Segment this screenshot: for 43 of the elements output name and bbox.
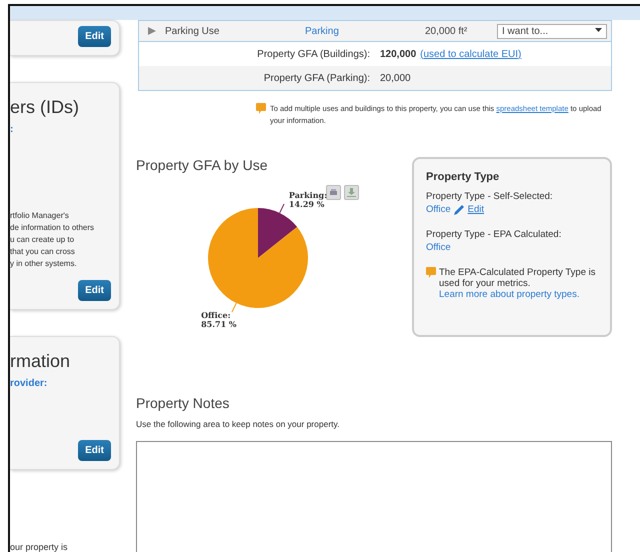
- info-icon: [426, 267, 436, 278]
- leader-line: [231, 302, 237, 313]
- type-value: Office: [426, 204, 451, 215]
- chart-title: Property GFA by Use: [136, 157, 268, 173]
- learn-more-link[interactable]: Learn more about property types.: [439, 289, 580, 300]
- use-area: 20,000 ft²: [425, 26, 468, 36]
- slice-label: Parking:: [288, 190, 328, 200]
- panel-title: Property Type: [426, 171, 500, 183]
- use-name: Parking Use: [165, 26, 220, 36]
- pencil-icon: [454, 204, 465, 215]
- field-label: Property Type - Self-Selected:: [426, 191, 554, 202]
- eui-link[interactable]: (used to calculate EUI): [420, 48, 522, 60]
- notes-title: Property Notes: [136, 395, 230, 411]
- print-icon[interactable]: [326, 185, 341, 200]
- download-icon[interactable]: [344, 185, 359, 200]
- total-label: Property GFA (Parking):: [262, 72, 370, 84]
- panel-note: The EPA-Calculated Property Type is used for your metrics. Learn more about property types.: [439, 267, 596, 300]
- total-label: Property GFA (Buildings):: [256, 48, 370, 60]
- total-value: 20,000: [380, 72, 411, 84]
- total-value: 120,000: [380, 48, 416, 60]
- edit-link[interactable]: Edit: [468, 204, 484, 215]
- edit-button[interactable]: Edit: [78, 26, 111, 47]
- use-type-link[interactable]: Parking: [305, 26, 425, 36]
- action-dropdown[interactable]: I want to...: [497, 24, 607, 38]
- card-link[interactable]: rovider:: [10, 378, 111, 389]
- leader-line: [279, 203, 285, 214]
- card-description: rtfolio Manager's de information to others u can create up to that you can cross y in other systems.: [10, 210, 96, 270]
- card-heading: rmation: [10, 351, 72, 372]
- caret-icon: [595, 26, 602, 32]
- edit-button[interactable]: Edit: [78, 440, 111, 461]
- sidebar-text: our property is: [10, 542, 69, 552]
- card-link[interactable]: :: [10, 124, 111, 135]
- expand-icon[interactable]: [147, 26, 157, 36]
- type-value: Office: [426, 242, 452, 253]
- notes-hint: Use the following area to keep notes on your property.: [136, 419, 340, 429]
- slice-value: 85.71 %: [201, 318, 237, 329]
- slice-value: 14.29 %: [288, 199, 324, 210]
- info-icon: [256, 103, 266, 114]
- edit-button[interactable]: Edit: [78, 280, 111, 301]
- slice-label: Office:: [201, 310, 231, 320]
- notes-field[interactable]: [136, 441, 612, 552]
- field-label: Property Type - EPA Calculated:: [426, 229, 562, 240]
- card-heading: ers (IDs): [10, 97, 80, 118]
